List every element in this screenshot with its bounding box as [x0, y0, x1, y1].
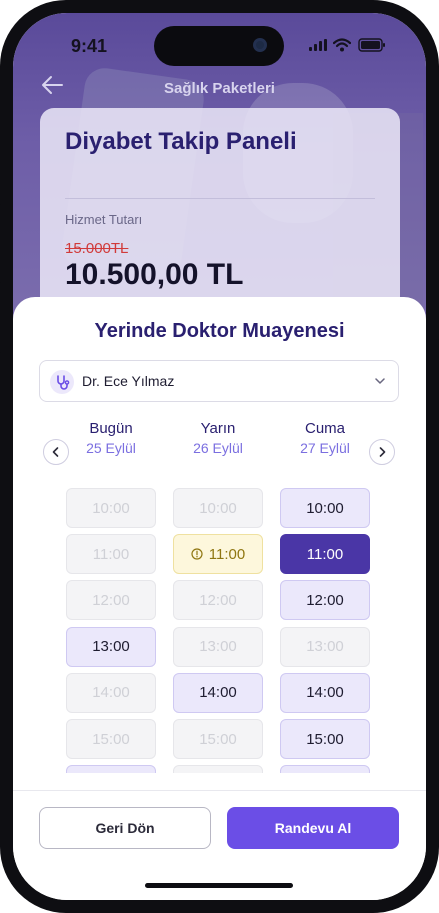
doctor-name: Dr. Ece Yılmaz — [82, 373, 175, 389]
day-date: 25 Eylül — [86, 440, 136, 456]
time-slot-label: 15:00 — [92, 730, 130, 748]
time-slot-disabled: 11:00 — [66, 534, 156, 575]
day-name: Cuma — [304, 420, 345, 437]
package-title: Diyabet Takip Paneli — [65, 128, 297, 155]
time-slot-available[interactable]: 14:00 — [280, 672, 370, 713]
back-button[interactable]: Geri Dön — [39, 807, 211, 849]
time-slot-disabled: 13:00 — [280, 626, 370, 667]
chevron-down-icon — [375, 378, 385, 384]
time-slot-label: 10:00 — [306, 499, 344, 517]
time-slot-available[interactable]: 13:00 — [66, 626, 156, 667]
day-name: Bugün — [89, 420, 133, 437]
day-name: Yarın — [200, 420, 236, 437]
time-slot-label: 13:00 — [92, 638, 130, 656]
time-slot-selected[interactable]: 11:00 — [280, 534, 370, 575]
day-header-tomorrow: Yarın 26 Eylül — [168, 420, 268, 458]
time-slot-available[interactable]: 16:00 — [66, 765, 156, 773]
time-slot-label: 13:00 — [199, 638, 237, 656]
day-date: 27 Eylül — [300, 440, 350, 456]
time-slot-disabled: 10:00 — [66, 488, 156, 528]
time-slot-disabled: 14:00 — [66, 672, 156, 713]
time-slot-label: 15:00 — [199, 730, 237, 748]
signal-icon — [309, 39, 327, 51]
divider — [65, 198, 375, 199]
time-slot-disabled: 15:00 — [66, 719, 156, 759]
time-slot-available[interactable]: 16:00 — [280, 765, 370, 773]
status-time: 9:41 — [71, 36, 108, 56]
time-slot-label: 14:00 — [306, 684, 344, 702]
time-slot-label: 11:00 — [306, 545, 344, 563]
wifi-icon — [333, 38, 351, 52]
sheet-title: Yerinde Doktor Muayenesi — [94, 320, 345, 342]
book-appointment-button[interactable]: Randevu Al — [227, 807, 399, 849]
appointment-sheet: Yerinde Doktor Muayenesi Dr. Ece Yılmaz — [13, 297, 426, 900]
time-slot-disabled: 10:00 — [173, 488, 263, 528]
time-slot-available[interactable]: 14:00 — [173, 672, 263, 713]
time-slot-label: 14:00 — [199, 684, 237, 702]
status-bar: 9:41 — [13, 13, 426, 73]
phone-frame: 9:41 Sağlık Paketleri Diyabet Takip Pane… — [0, 0, 439, 913]
time-slot-label: 13:00 — [306, 638, 344, 656]
day-header-today: Bugün 25 Eylül — [61, 420, 161, 458]
nav-bar: Sağlık Paketleri — [13, 68, 426, 104]
day-date: 26 Eylül — [193, 440, 243, 456]
camera-icon — [253, 38, 267, 52]
amount-label: Hizmet Tutarı — [65, 212, 143, 227]
background-hero: 9:41 Sağlık Paketleri Diyabet Takip Pane… — [13, 13, 426, 343]
time-slot-disabled: 13:00 — [173, 626, 263, 667]
time-slot-warning[interactable]: 11:00 — [173, 534, 263, 575]
time-slot-disabled: 12:00 — [173, 580, 263, 621]
time-slot-label: 11:00 — [92, 545, 130, 563]
time-slot-grid[interactable]: 10:00 11:00 12:00 13:00 14:00 15:00 16:00 10:00… — [13, 475, 426, 773]
home-indicator — [145, 883, 293, 888]
battery-icon — [358, 38, 385, 52]
time-slot-available[interactable]: 10:00 — [280, 488, 370, 528]
time-slot-label: 11:00 — [208, 545, 246, 563]
volume-down-button — [0, 298, 1, 353]
time-slot-disabled: 15:00 — [173, 719, 263, 759]
day-header-friday: Cuma 27 Eylül — [275, 420, 375, 458]
time-slot-label: 14:00 — [92, 684, 130, 702]
package-card: Diyabet Takip Paneli Hizmet Tutarı 15.00… — [40, 108, 400, 328]
time-slot-label: 12:00 — [199, 591, 237, 609]
time-slot-label: 12:00 — [306, 591, 344, 609]
screen: 9:41 Sağlık Paketleri Diyabet Takip Pane… — [13, 13, 426, 900]
volume-up-button — [0, 228, 1, 283]
info-icon — [191, 548, 203, 560]
time-slot-disabled: 12:00 — [66, 580, 156, 621]
mute-switch — [0, 175, 1, 205]
time-slot-available[interactable]: 12:00 — [280, 580, 370, 621]
time-slot-label: 12:00 — [92, 591, 130, 609]
time-slot-disabled: 16:00 — [173, 765, 263, 773]
stethoscope-icon — [50, 370, 74, 394]
time-slot-label: 10:00 — [92, 499, 130, 517]
nav-title: Sağlık Paketleri — [164, 80, 275, 97]
time-slot-label: 15:00 — [306, 730, 344, 748]
footer-divider — [13, 790, 426, 791]
old-price: 15.000TL — [65, 240, 129, 257]
doctor-select[interactable]: Dr. Ece Yılmaz — [39, 360, 399, 402]
price: 10.500,00 TL — [65, 258, 244, 291]
time-slot-label: 10:00 — [199, 499, 237, 517]
time-slot-available[interactable]: 15:00 — [280, 719, 370, 759]
